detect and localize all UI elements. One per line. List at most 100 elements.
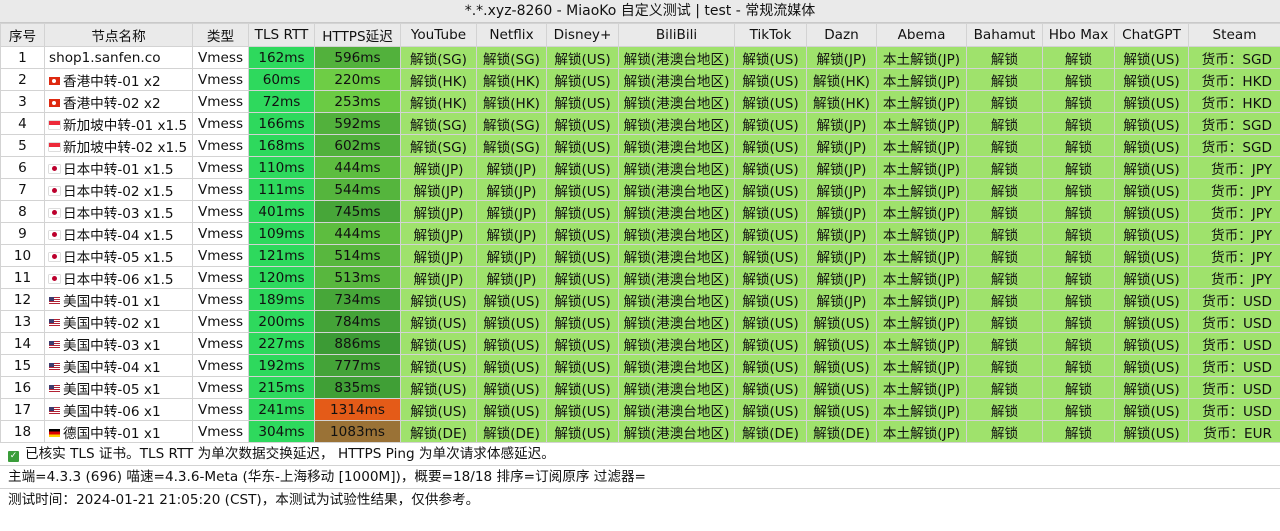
youtube-cell: 解锁(JP)	[400, 200, 477, 223]
row-number-cell: 13	[0, 310, 45, 333]
https-latency-cell: 784ms	[314, 310, 401, 333]
steam-cell: 货币：USD	[1188, 332, 1280, 355]
type-cell: Vmess	[192, 90, 249, 113]
youtube-cell: 解锁(US)	[400, 288, 477, 311]
dazn-cell: 解锁(DE)	[806, 420, 877, 443]
table-row: 16 美国中转-05 x1 Vmess 215ms 835ms 解锁(US) 解锁(US) 解…	[0, 376, 1280, 399]
abema-cell: 本土解锁(JP)	[876, 332, 967, 355]
tls-rtt-cell: 110ms	[248, 156, 315, 179]
abema-cell: 本土解锁(JP)	[876, 156, 967, 179]
row-number-cell: 12	[0, 288, 45, 311]
steam-cell: 货币：USD	[1188, 354, 1280, 377]
hbomax-cell: 解锁	[1042, 354, 1115, 377]
netflix-cell: 解锁(US)	[476, 398, 547, 421]
steam-cell: 货币：HKD	[1188, 68, 1280, 91]
type-cell: Vmess	[192, 310, 249, 333]
flag-hk-icon	[49, 98, 60, 107]
disney-cell: 解锁(US)	[546, 134, 619, 157]
tls-rtt-cell: 120ms	[248, 266, 315, 289]
chatgpt-cell: 解锁(US)	[1114, 222, 1189, 245]
node-name: shop1.sanfen.co	[49, 49, 161, 66]
abema-cell: 本土解锁(JP)	[876, 398, 967, 421]
abema-cell: 本土解锁(JP)	[876, 134, 967, 157]
tls-rtt-cell: 241ms	[248, 398, 315, 421]
chatgpt-cell: 解锁(US)	[1114, 420, 1189, 443]
flag-jp-icon	[49, 186, 60, 195]
type-cell: Vmess	[192, 134, 249, 157]
table-body: 1 shop1.sanfen.co Vmess 162ms 596ms 解锁(SG) 解锁(…	[0, 46, 1280, 443]
row-number-cell: 17	[0, 398, 45, 421]
youtube-cell: 解锁(JP)	[400, 244, 477, 267]
youtube-cell: 解锁(HK)	[400, 68, 477, 91]
bahamut-cell: 解锁	[966, 310, 1043, 333]
hbomax-cell: 解锁	[1042, 68, 1115, 91]
youtube-cell: 解锁(HK)	[400, 90, 477, 113]
abema-cell: 本土解锁(JP)	[876, 90, 967, 113]
chatgpt-cell: 解锁(US)	[1114, 398, 1189, 421]
type-cell: Vmess	[192, 46, 249, 69]
hbomax-cell: 解锁	[1042, 266, 1115, 289]
column-header: Hbo Max	[1042, 23, 1115, 47]
table-row: 8 日本中转-03 x1.5 Vmess 401ms 745ms 解锁(JP) 解锁(JP)…	[0, 200, 1280, 223]
hbomax-cell: 解锁	[1042, 332, 1115, 355]
tiktok-cell: 解锁(US)	[734, 178, 807, 201]
node-name-cell: 美国中转-03 x1	[44, 332, 193, 355]
netflix-cell: 解锁(HK)	[476, 90, 547, 113]
dazn-cell: 解锁(JP)	[806, 200, 877, 223]
bilibili-cell: 解锁(港澳台地区)	[618, 200, 735, 223]
abema-cell: 本土解锁(JP)	[876, 288, 967, 311]
flag-jp-icon	[49, 164, 60, 173]
column-header: Netflix	[476, 23, 547, 47]
hbomax-cell: 解锁	[1042, 134, 1115, 157]
bilibili-cell: 解锁(港澳台地区)	[618, 68, 735, 91]
tiktok-cell: 解锁(US)	[734, 310, 807, 333]
netflix-cell: 解锁(SG)	[476, 134, 547, 157]
hbomax-cell: 解锁	[1042, 288, 1115, 311]
netflix-cell: 解锁(JP)	[476, 200, 547, 223]
results-table: 序号 节点名称 类型 TLS RTT HTTPS延迟 YouTube Netflix Disn…	[0, 23, 1280, 443]
tiktok-cell: 解锁(US)	[734, 354, 807, 377]
bahamut-cell: 解锁	[966, 222, 1043, 245]
node-name-cell: 美国中转-06 x1	[44, 398, 193, 421]
dazn-cell: 解锁(JP)	[806, 244, 877, 267]
row-number-cell: 10	[0, 244, 45, 267]
chatgpt-cell: 解锁(US)	[1114, 310, 1189, 333]
row-number-cell: 18	[0, 420, 45, 443]
type-cell: Vmess	[192, 178, 249, 201]
https-latency-cell: 220ms	[314, 68, 401, 91]
column-header: Bahamut	[966, 23, 1043, 47]
dazn-cell: 解锁(JP)	[806, 46, 877, 69]
node-name: 日本中转-06 x1.5	[63, 271, 174, 288]
tls-rtt-cell: 227ms	[248, 332, 315, 355]
bahamut-cell: 解锁	[966, 200, 1043, 223]
hbomax-cell: 解锁	[1042, 156, 1115, 179]
chatgpt-cell: 解锁(US)	[1114, 156, 1189, 179]
netflix-cell: 解锁(SG)	[476, 46, 547, 69]
hbomax-cell: 解锁	[1042, 90, 1115, 113]
steam-cell: 货币：EUR	[1188, 420, 1280, 443]
disney-cell: 解锁(US)	[546, 420, 619, 443]
hbomax-cell: 解锁	[1042, 420, 1115, 443]
dazn-cell: 解锁(US)	[806, 398, 877, 421]
node-name-cell: 日本中转-03 x1.5	[44, 200, 193, 223]
hbomax-cell: 解锁	[1042, 222, 1115, 245]
abema-cell: 本土解锁(JP)	[876, 178, 967, 201]
column-header: YouTube	[400, 23, 477, 47]
test-time: 测试时间：2024-01-21 21:05:20 (CST)，本测试为试验性结果…	[8, 492, 480, 508]
tiktok-cell: 解锁(DE)	[734, 420, 807, 443]
dazn-cell: 解锁(US)	[806, 310, 877, 333]
tiktok-cell: 解锁(US)	[734, 112, 807, 135]
bahamut-cell: 解锁	[966, 376, 1043, 399]
table-header-row: 序号 节点名称 类型 TLS RTT HTTPS延迟 YouTube Netflix Disn…	[0, 23, 1280, 47]
tls-rtt-cell: 111ms	[248, 178, 315, 201]
chatgpt-cell: 解锁(US)	[1114, 288, 1189, 311]
netflix-cell: 解锁(US)	[476, 332, 547, 355]
dazn-cell: 解锁(JP)	[806, 266, 877, 289]
steam-cell: 货币：SGD	[1188, 134, 1280, 157]
bahamut-cell: 解锁	[966, 398, 1043, 421]
row-number-cell: 9	[0, 222, 45, 245]
https-latency-cell: 835ms	[314, 376, 401, 399]
youtube-cell: 解锁(US)	[400, 332, 477, 355]
bilibili-cell: 解锁(港澳台地区)	[618, 112, 735, 135]
abema-cell: 本土解锁(JP)	[876, 244, 967, 267]
